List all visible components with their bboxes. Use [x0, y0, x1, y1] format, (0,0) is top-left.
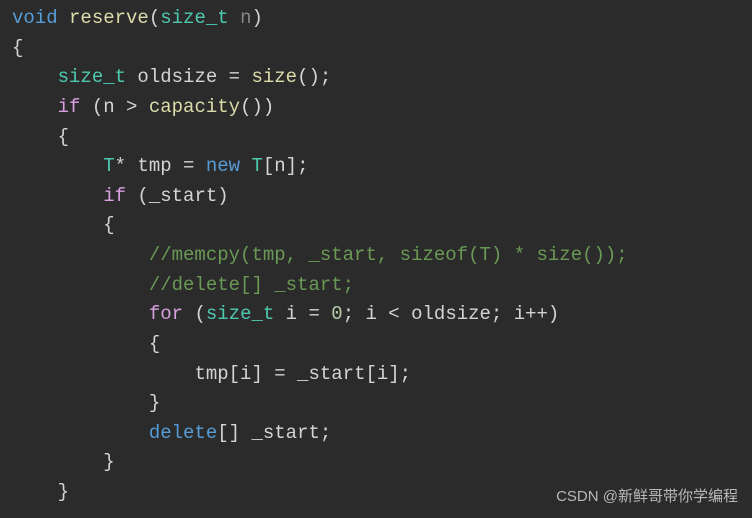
comment-memcpy: //memcpy(tmp, _start, sizeof(T) * size()…: [149, 244, 628, 266]
code-line: size_t oldsize = size();: [12, 63, 740, 93]
code-line: {: [12, 211, 740, 241]
function-size: size: [251, 66, 297, 88]
keyword-if: if: [103, 185, 126, 207]
code-line: {: [12, 330, 740, 360]
function-name: reserve: [69, 7, 149, 29]
type-size_t: size_t: [160, 7, 228, 29]
brace-open: {: [12, 37, 23, 59]
code-line: tmp[i] = _start[i];: [12, 360, 740, 390]
brace-close: }: [103, 451, 114, 473]
code-line: //delete[] _start;: [12, 271, 740, 301]
function-capacity: capacity: [149, 96, 240, 118]
param-n: n: [229, 7, 252, 29]
keyword-new: new: [206, 155, 240, 177]
type-T: T: [251, 155, 262, 177]
brace-close: }: [149, 392, 160, 414]
brace-close: }: [58, 481, 69, 503]
code-line: {: [12, 34, 740, 64]
code-block: void reserve(size_t n) { size_t oldsize …: [12, 4, 740, 508]
keyword-if: if: [58, 96, 81, 118]
code-line: void reserve(size_t n): [12, 4, 740, 34]
keyword-for: for: [149, 303, 183, 325]
brace-open: {: [58, 126, 69, 148]
code-line: delete[] _start;: [12, 419, 740, 449]
keyword-void: void: [12, 7, 58, 29]
number-zero: 0: [331, 303, 342, 325]
type-size_t: size_t: [206, 303, 274, 325]
code-line: //memcpy(tmp, _start, sizeof(T) * size()…: [12, 241, 740, 271]
code-line: {: [12, 123, 740, 153]
code-line: if (n > capacity()): [12, 93, 740, 123]
type-size_t: size_t: [58, 66, 126, 88]
code-line: for (size_t i = 0; i < oldsize; i++): [12, 300, 740, 330]
code-line: T* tmp = new T[n];: [12, 152, 740, 182]
brace-open: {: [103, 214, 114, 236]
comment-delete: //delete[] _start;: [149, 274, 354, 296]
assignment-tmp: tmp[i] = _start[i];: [194, 363, 411, 385]
watermark: CSDN @新鲜哥带你学编程: [556, 485, 738, 508]
keyword-delete: delete: [149, 422, 217, 444]
code-line: }: [12, 389, 740, 419]
brace-open: {: [149, 333, 160, 355]
code-line: }: [12, 448, 740, 478]
code-line: if (_start): [12, 182, 740, 212]
type-T: T: [103, 155, 114, 177]
